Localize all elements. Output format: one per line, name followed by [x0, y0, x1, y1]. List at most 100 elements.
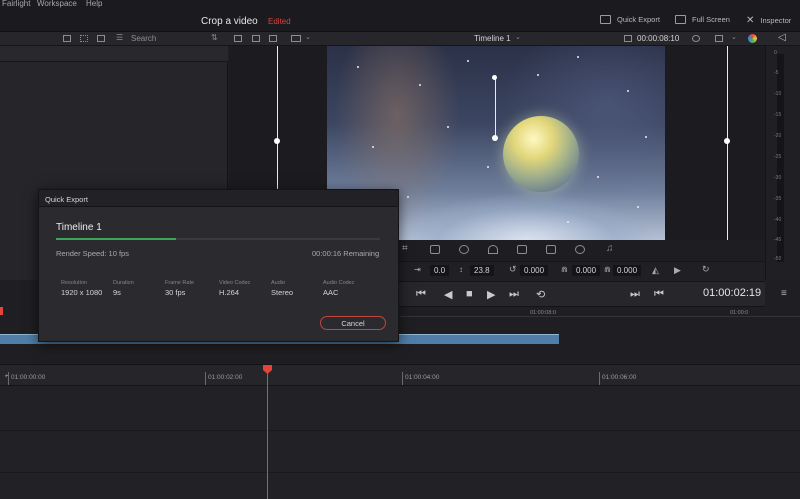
playhead[interactable]: [267, 368, 268, 499]
smart-reframe-icon[interactable]: [546, 245, 556, 254]
play-reverse-icon[interactable]: ◀: [444, 288, 452, 301]
mini-ruler-label: 01:00:08:0: [530, 310, 556, 316]
spec-label-video-codec: Video Codec: [219, 280, 251, 286]
zoom-y-icon: ⋒: [604, 265, 611, 274]
spec-value-frame-rate: 30 fps: [165, 288, 186, 297]
spec-value-duration: 9s: [113, 288, 121, 297]
stabilize-icon[interactable]: [459, 245, 469, 254]
viewer-mode-icon[interactable]: [234, 35, 242, 42]
go-to-start-icon[interactable]: ⏮: [416, 288, 426, 301]
speed-icon[interactable]: [488, 245, 498, 254]
crop-icon[interactable]: ⌗: [402, 243, 408, 254]
planet-image: [503, 116, 579, 192]
spec-value-audio-codec: AAC: [323, 288, 339, 297]
inspector-label: Inspector: [760, 16, 792, 25]
audio-note-icon[interactable]: ♫: [606, 243, 614, 254]
track-divider: [0, 472, 800, 473]
export-icon: [600, 15, 611, 24]
menu-workspace[interactable]: Workspace: [37, 0, 77, 8]
stop-icon[interactable]: ■: [466, 288, 473, 300]
quick-export-button[interactable]: Quick Export: [600, 15, 660, 24]
position-x-field[interactable]: 0.0: [430, 265, 450, 276]
thumbnail-view-icon[interactable]: [63, 35, 71, 42]
overlay-icon[interactable]: [715, 35, 723, 42]
timeline-tracks[interactable]: [0, 386, 800, 499]
meter-tick: -5: [774, 70, 779, 76]
rotation-field[interactable]: 0.000: [520, 265, 549, 276]
inspector-button[interactable]: ✕ Inspector: [746, 15, 791, 26]
previous-clip-icon[interactable]: ⏮: [654, 288, 664, 301]
time-remaining: 00:00:16 Remaining: [312, 249, 380, 258]
ruler-label: 01:00:04:00: [405, 374, 440, 381]
meter-tick: -45: [774, 237, 782, 243]
list-view-icon[interactable]: [97, 35, 105, 42]
mini-playhead[interactable]: [0, 307, 3, 315]
camera-icon[interactable]: [517, 245, 527, 254]
spec-label-resolution: Resolution: [61, 280, 87, 286]
color-icon[interactable]: [575, 245, 585, 254]
sort-icon[interactable]: ⇅: [211, 33, 218, 42]
layout-icon[interactable]: [291, 35, 301, 42]
timeline-ruler[interactable]: [0, 364, 800, 386]
transform-handle-center[interactable]: [492, 135, 498, 141]
dialog-header: [39, 190, 398, 207]
transform-handle-top[interactable]: [492, 75, 497, 80]
spec-label-duration: Duration: [113, 280, 134, 286]
ruler-label: 01:00:02:00: [208, 374, 243, 381]
transform-guide[interactable]: [495, 78, 496, 138]
loop-icon[interactable]: ⟲: [536, 288, 545, 301]
crop-handle-right[interactable]: [724, 138, 730, 144]
cinema-view-icon[interactable]: [269, 35, 277, 42]
zoom-x-icon: ⋒: [561, 265, 568, 274]
spec-label-audio: Audio: [271, 280, 286, 286]
search-input[interactable]: Search: [131, 34, 156, 43]
meter-tick: -25: [774, 154, 782, 160]
next-clip-icon[interactable]: ⏭: [630, 288, 640, 301]
clip-view-icon[interactable]: [252, 35, 260, 42]
ruler-label: 01:00:00:00: [11, 374, 46, 381]
search-icon[interactable]: ☰: [116, 33, 123, 42]
go-to-end-icon[interactable]: ⏭: [509, 288, 519, 301]
crop-handle-left[interactable]: [274, 138, 280, 144]
render-speed: Render Speed: 10 fps: [56, 249, 129, 258]
menu-icon[interactable]: ≡: [781, 288, 787, 299]
cancel-button[interactable]: Cancel: [320, 316, 386, 330]
export-timeline-name: Timeline 1: [56, 222, 102, 233]
meter-tick: -35: [774, 196, 782, 202]
chevron-down-icon[interactable]: ⌄: [305, 33, 311, 41]
volume-icon[interactable]: ◁: [778, 32, 786, 43]
meter-tick: -50: [774, 256, 782, 262]
meter-tick: -20: [774, 133, 782, 139]
ruler-tick: [8, 372, 9, 385]
meter-tick: -40: [774, 217, 782, 223]
chevron-down-icon[interactable]: ⌄: [731, 33, 737, 41]
grid-view-icon[interactable]: [80, 35, 88, 42]
media-pool-header: [0, 46, 228, 62]
meter-tick: -15: [774, 112, 782, 118]
chevron-down-icon[interactable]: ⌄: [515, 33, 521, 41]
reset-icon[interactable]: ↻: [702, 264, 710, 275]
color-wheel-icon[interactable]: [748, 34, 757, 43]
full-screen-button[interactable]: Full Screen: [675, 15, 730, 24]
position-y-field[interactable]: 23.8: [470, 265, 494, 276]
flip-vertical-icon[interactable]: ▶: [674, 265, 681, 276]
flip-horizontal-icon[interactable]: ◭: [652, 265, 659, 276]
menu-help[interactable]: Help: [86, 0, 102, 8]
ruler-tick: [599, 372, 600, 385]
monitor-icon: [675, 15, 686, 24]
audio-icon[interactable]: [692, 35, 700, 42]
rotation-icon: ↺: [509, 264, 517, 274]
timeline-selector[interactable]: Timeline 1: [474, 34, 511, 43]
menu-bar: [0, 0, 800, 10]
dialog-title: Quick Export: [45, 195, 88, 204]
meter-tick: 0: [774, 50, 777, 56]
spec-value-video-codec: H.264: [219, 288, 240, 297]
play-icon[interactable]: ▶: [487, 288, 495, 301]
ruler-tick: [205, 372, 206, 385]
zoom-y-field[interactable]: 0.000: [613, 265, 642, 276]
zoom-x-field[interactable]: 0.000: [572, 265, 601, 276]
transform-icon[interactable]: [430, 245, 440, 254]
track-divider: [0, 430, 800, 431]
menu-fairlight[interactable]: Fairlight: [2, 0, 30, 8]
timecode-icon: [624, 35, 632, 42]
